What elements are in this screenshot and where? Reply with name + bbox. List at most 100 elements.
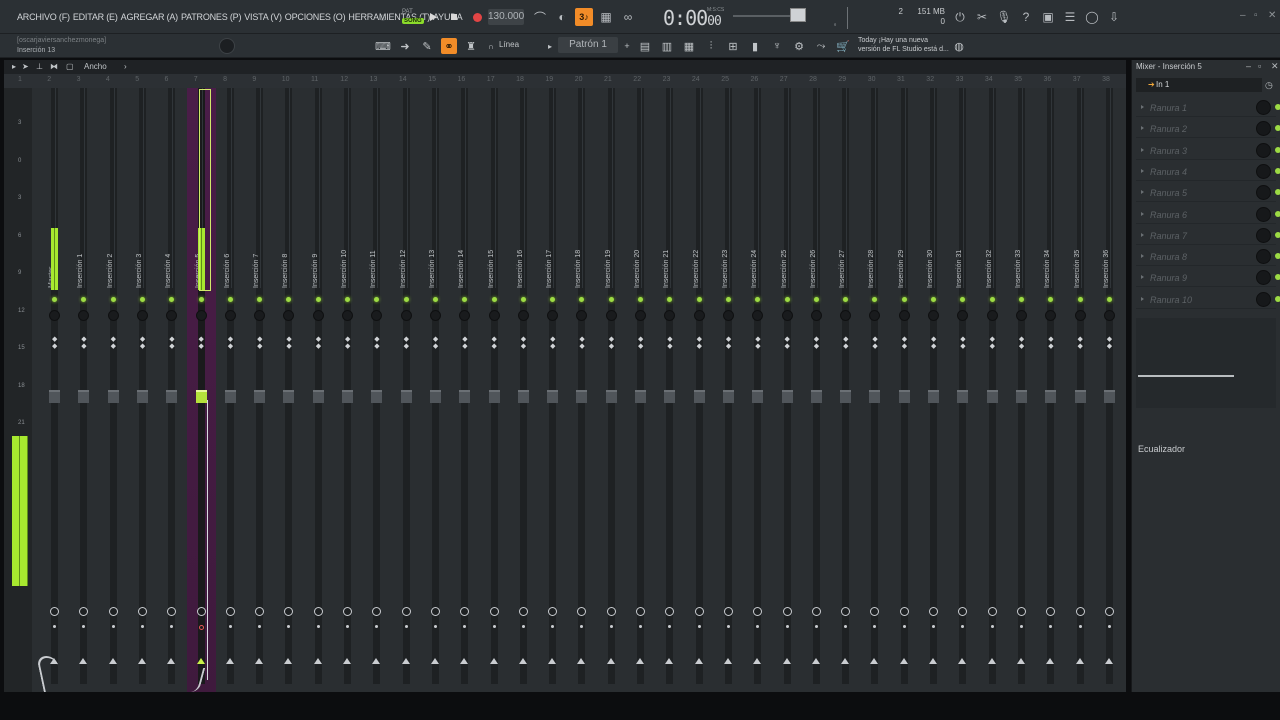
pan-knob[interactable] xyxy=(371,310,383,321)
record-button[interactable] xyxy=(470,8,484,26)
pat-song-toggle[interactable]: PAT SONG xyxy=(402,9,424,27)
enable-led[interactable] xyxy=(725,297,731,302)
volume-fader[interactable] xyxy=(869,390,881,403)
effect-slot[interactable]: Ranura 1 xyxy=(1136,98,1280,117)
arm-record-icon[interactable] xyxy=(1104,607,1114,616)
power-icon[interactable]: ⏻ xyxy=(951,8,969,26)
stereo-separation-icon[interactable]: ◆ ◆ xyxy=(521,336,526,350)
arrow-right-icon[interactable]: ➜ xyxy=(397,38,413,54)
pan-knob[interactable] xyxy=(957,310,969,321)
stereo-separation-icon[interactable]: ◆ ◆ xyxy=(169,336,174,350)
insert-strip[interactable]: Inserción 32 ◆ ◆ xyxy=(978,88,1007,692)
route-arrow-icon[interactable] xyxy=(313,658,322,664)
typing-keyboard-icon[interactable]: ⌨ xyxy=(375,38,391,54)
route-arrow-icon[interactable] xyxy=(1046,658,1055,664)
mixer-icon[interactable]: ⫶ xyxy=(703,38,719,54)
route-arrow-icon[interactable] xyxy=(782,658,791,664)
arm-record-icon[interactable] xyxy=(225,607,235,616)
stamp-icon[interactable]: ♜ xyxy=(463,38,479,54)
route-arrow-icon[interactable] xyxy=(79,658,88,664)
arm-record-icon[interactable] xyxy=(196,607,206,616)
enable-led[interactable] xyxy=(110,297,116,302)
stereo-separation-icon[interactable]: ◆ ◆ xyxy=(1048,336,1053,350)
insert-strip[interactable]: Inserción 15 ◆ ◆ xyxy=(480,88,509,692)
stereo-separation-icon[interactable]: ◆ ◆ xyxy=(404,336,409,350)
route-dot[interactable] xyxy=(140,625,144,628)
step-edit-icon[interactable]: ▦ xyxy=(597,8,615,26)
pin-icon[interactable]: ⊥ xyxy=(36,62,43,71)
route-arrow-icon[interactable] xyxy=(430,658,439,664)
stereo-separation-icon[interactable]: ◆ ◆ xyxy=(609,336,614,350)
panel-close-icon[interactable]: ✕ xyxy=(1271,61,1279,72)
master-strip[interactable]: Master◆◆ xyxy=(40,88,69,692)
volume-fader[interactable] xyxy=(400,390,412,403)
window-icon[interactable]: ▢ xyxy=(66,62,74,71)
arm-record-icon[interactable] xyxy=(313,607,323,616)
pan-knob[interactable] xyxy=(312,310,324,321)
slot-enable-led[interactable] xyxy=(1275,231,1280,238)
stereo-separation-icon[interactable]: ◆ ◆ xyxy=(697,336,702,350)
stereo-separation-icon[interactable]: ◆ ◆ xyxy=(931,336,936,350)
latency-clock-icon[interactable]: ◷ xyxy=(1265,80,1273,91)
stereo-separation-icon[interactable]: ◆ ◆ xyxy=(316,336,321,350)
chat-icon[interactable]: ◯ xyxy=(1083,8,1101,26)
enable-led[interactable] xyxy=(1106,297,1112,302)
pan-knob[interactable] xyxy=(693,310,705,321)
volume-fader[interactable] xyxy=(107,390,119,403)
route-dot[interactable] xyxy=(53,625,56,628)
pan-knob[interactable] xyxy=(1015,310,1027,321)
insert-strip[interactable]: Inserción 21 ◆ ◆ xyxy=(655,88,684,692)
stereo-separation-icon[interactable]: ◆ ◆ xyxy=(1107,336,1112,350)
snap-selector[interactable]: Línea xyxy=(499,40,519,49)
insert-strip[interactable]: Inserción 36 ◆ ◆ xyxy=(1095,88,1124,692)
slot-enable-led[interactable] xyxy=(1275,253,1280,260)
help-icon[interactable]: ? xyxy=(1017,8,1035,26)
pan-knob[interactable] xyxy=(928,310,939,321)
channel-rack-icon[interactable]: ▦ xyxy=(681,38,697,54)
volume-fader[interactable] xyxy=(928,390,939,403)
pan-knob[interactable] xyxy=(429,310,441,321)
pan-knob[interactable] xyxy=(547,310,559,321)
volume-fader[interactable] xyxy=(840,390,852,403)
volume-fader[interactable] xyxy=(635,390,646,403)
stereo-separation-icon[interactable]: ◆ ◆ xyxy=(579,336,584,350)
news-globe-icon[interactable]: ◍ xyxy=(951,38,967,54)
slot-menu-icon[interactable] xyxy=(1141,275,1144,280)
minimize-icon[interactable]: – xyxy=(1240,10,1246,21)
route-arrow-icon[interactable] xyxy=(665,658,674,664)
route-arrow-icon[interactable] xyxy=(1016,658,1025,664)
pencil-icon[interactable]: ✎ xyxy=(419,38,435,54)
insert-strip[interactable]: Inserción 16 ◆ ◆ xyxy=(509,88,538,692)
slot-mix-knob[interactable] xyxy=(1256,142,1271,158)
volume-fader[interactable] xyxy=(547,390,559,403)
arm-record-icon[interactable] xyxy=(489,607,499,616)
stereo-separation-icon[interactable]: ◆ ◆ xyxy=(785,336,790,350)
enable-led[interactable] xyxy=(403,297,409,302)
route-dot[interactable] xyxy=(433,625,437,628)
enable-led[interactable] xyxy=(227,297,233,302)
menu-item[interactable]: OPCIONES (O) xyxy=(285,12,346,22)
route-dot[interactable] xyxy=(814,625,818,628)
stereo-separation-icon[interactable]: ◆ ◆ xyxy=(228,336,233,350)
enable-led[interactable] xyxy=(608,297,614,302)
loop-record-icon[interactable]: ∞ xyxy=(619,8,637,26)
pan-knob[interactable] xyxy=(224,310,236,321)
pan-knob[interactable] xyxy=(986,310,998,321)
magnet-icon[interactable]: ∩ xyxy=(483,38,499,54)
route-arrow-icon[interactable] xyxy=(841,658,850,664)
stereo-separation-icon[interactable]: ◆ ◆ xyxy=(902,336,907,350)
insert-strip[interactable]: Inserción 4 ◆ ◆ xyxy=(157,88,186,692)
volume-fader[interactable] xyxy=(1074,390,1086,403)
tempo-display[interactable]: 130.000 xyxy=(488,9,524,25)
slot-menu-icon[interactable] xyxy=(1141,296,1144,301)
close-icon[interactable]: ✕ xyxy=(1268,10,1276,21)
route-dot[interactable] xyxy=(697,625,701,628)
select-arrow-icon[interactable]: ➤ xyxy=(22,62,29,71)
plugin-picker-icon[interactable]: ▮ xyxy=(747,38,763,54)
enable-led[interactable] xyxy=(1018,297,1024,302)
route-arrow-icon[interactable] xyxy=(577,658,586,664)
insert-strip[interactable]: Inserción 13 ◆ ◆ xyxy=(421,88,450,692)
route-arrow-icon[interactable] xyxy=(899,658,908,664)
insert-strip[interactable]: Inserción 17 ◆ ◆ xyxy=(538,88,567,692)
effect-slot[interactable]: Ranura 2 xyxy=(1136,119,1280,139)
